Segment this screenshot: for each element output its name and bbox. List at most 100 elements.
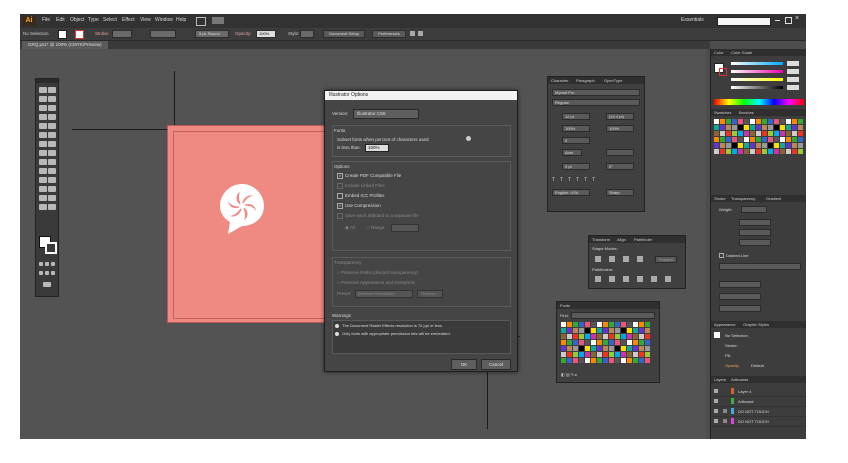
swatch[interactable] [585,358,590,363]
swatch[interactable] [627,328,632,333]
bridge-icon[interactable] [196,17,206,26]
char-rotation-dropdown[interactable] [606,149,634,156]
swatch[interactable] [780,125,785,130]
swatch[interactable] [645,340,650,345]
outline-icon[interactable] [651,276,657,282]
swatch[interactable] [573,358,578,363]
dashed-line-checkbox[interactable]: Dashed Line [719,253,748,259]
swatch[interactable] [615,322,620,327]
swatch[interactable] [603,322,608,327]
swatch[interactable] [561,340,566,345]
swatch[interactable] [768,119,773,124]
swatch[interactable] [744,143,749,148]
magenta-field[interactable] [787,69,799,74]
swatch[interactable] [567,358,572,363]
swatch[interactable] [573,322,578,327]
swatch[interactable] [645,322,650,327]
rotate-tool-icon[interactable] [39,141,47,147]
mesh-tool-icon[interactable] [39,168,47,174]
color-stroke-icon[interactable] [719,68,727,76]
maximize-icon[interactable] [785,17,792,24]
color-spectrum[interactable] [714,99,804,105]
black-field[interactable] [787,85,799,90]
swatch[interactable] [762,119,767,124]
swatch[interactable] [579,352,584,357]
swatch[interactable] [615,346,620,351]
appearance-fill-label[interactable]: Fill: [725,353,731,358]
intersect-icon[interactable] [623,256,629,262]
free-transform-tool-icon[interactable] [48,150,56,156]
swatch[interactable] [756,131,761,136]
swatch[interactable] [756,149,761,154]
swatch[interactable] [585,322,590,327]
lock-icon[interactable] [723,419,727,423]
gradient-mode-icon[interactable] [45,262,49,266]
swatch[interactable] [585,328,590,333]
swatch[interactable] [639,322,644,327]
swatch[interactable] [792,125,797,130]
swatch[interactable] [579,340,584,345]
menu-file[interactable]: File [42,17,50,23]
color-mode-icon[interactable] [39,262,43,266]
swatch[interactable] [609,358,614,363]
symbol-sprayer-tool-icon[interactable] [39,186,47,192]
artboard[interactable] [167,125,331,323]
swatch[interactable] [726,131,731,136]
kerning-field[interactable]: Auto [562,149,582,156]
swatch[interactable] [732,119,737,124]
swatch[interactable] [639,358,644,363]
swatch[interactable] [720,119,725,124]
rectangle-tool-icon[interactable] [48,114,56,120]
swatch[interactable] [744,149,749,154]
swatch[interactable] [633,346,638,351]
swatch[interactable] [720,143,725,148]
arrange-documents-icon[interactable] [212,17,224,24]
preserve-paths-radio[interactable]: ○ Preserve Paths (discard transparency) [337,270,418,275]
swatch[interactable] [738,143,743,148]
swatch[interactable] [750,149,755,154]
swatch[interactable] [732,137,737,142]
document-tab[interactable]: GRQ.ps1* @ 100% (CMYK/Preview) [22,41,108,49]
swatch[interactable] [615,358,620,363]
separate-artboards-checkbox[interactable]: Save each artboard to a separate file [337,213,419,219]
tab-brushes[interactable]: Brushes [739,110,754,115]
swatch[interactable] [720,149,725,154]
swatch[interactable] [774,125,779,130]
type-tool-icon[interactable] [48,105,56,111]
font-size-field[interactable]: 12 pt [562,113,590,120]
swatch[interactable] [597,340,602,345]
swatch[interactable] [756,137,761,142]
swatch[interactable] [621,358,626,363]
swatch[interactable] [750,137,755,142]
align-stroke-buttons[interactable] [739,239,771,246]
swatch[interactable] [780,131,785,136]
swatch[interactable] [744,125,749,130]
swatch[interactable] [633,328,638,333]
tab-transparency[interactable]: Transparency [731,196,755,201]
stroke-color-icon[interactable] [45,242,57,254]
magic-wand-tool-icon[interactable] [39,96,47,102]
swatch[interactable] [633,334,638,339]
trim-icon[interactable] [609,276,615,282]
swatch[interactable] [567,352,572,357]
swatch[interactable] [603,358,608,363]
swatch[interactable] [615,340,620,345]
swatch[interactable] [567,340,572,345]
menu-edit[interactable]: Edit [56,17,65,23]
swatch[interactable] [780,119,785,124]
swatch[interactable] [762,137,767,142]
screen-mode-icon[interactable] [43,282,51,287]
swatch[interactable] [756,143,761,148]
swatch[interactable] [621,346,626,351]
tab-appearance[interactable]: Appearance [714,322,736,327]
minus-front-icon[interactable] [609,256,615,262]
swatch[interactable] [792,137,797,142]
swatch[interactable] [720,131,725,136]
swatch[interactable] [579,334,584,339]
language-field[interactable]: English: USA [552,189,590,196]
swatch[interactable] [738,119,743,124]
swatch[interactable] [627,352,632,357]
fill-swatch[interactable] [58,30,67,39]
swatch[interactable] [732,143,737,148]
swatch[interactable] [786,149,791,154]
